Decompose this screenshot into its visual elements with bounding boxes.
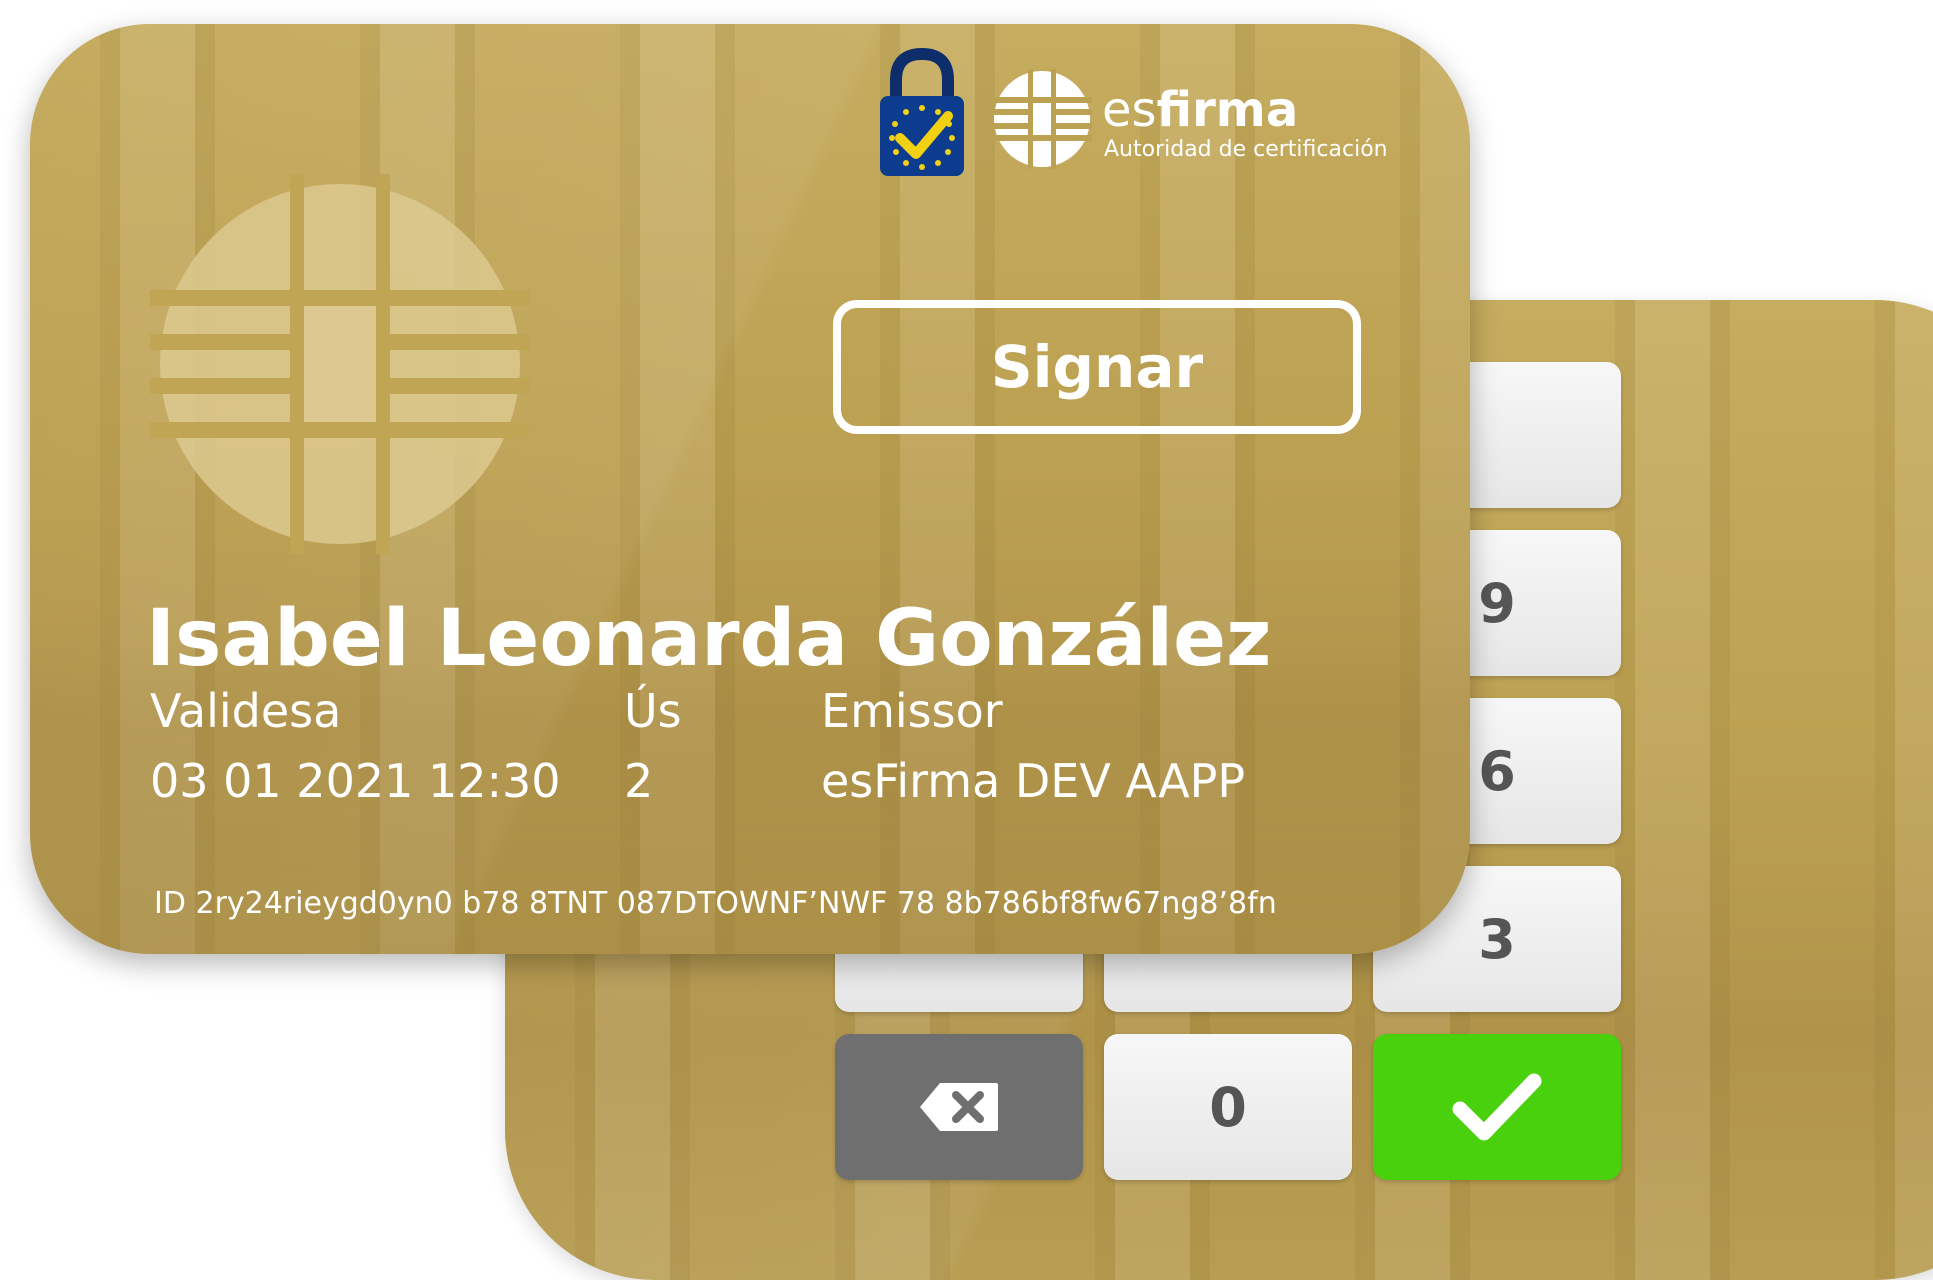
esfirma-logo-icon (992, 69, 1092, 169)
issuer-value: esFirma DEV AAPP (821, 754, 1246, 808)
certificate-card: esfirma Autoridad de certificación Signa… (30, 24, 1470, 954)
check-icon (1452, 1073, 1542, 1141)
keypad-key-label: 9 (1478, 571, 1516, 635)
chip-emblem-icon (150, 174, 530, 554)
keypad-delete-button[interactable] (835, 1034, 1083, 1180)
eu-trust-lock-icon (880, 47, 964, 176)
brand-name: esfirma (1102, 82, 1298, 138)
keypad-key-label: 0 (1209, 1075, 1247, 1139)
uses-value: 2 (624, 754, 654, 808)
backspace-icon (920, 1083, 998, 1131)
keypad-key-label: 3 (1478, 907, 1516, 971)
brand-subtitle: Autoridad de certificación (1104, 137, 1388, 162)
validity-value: 03 01 2021 12:30 (150, 754, 561, 808)
keypad-key-0[interactable]: 0 (1104, 1034, 1352, 1180)
issuer-label: Emissor (821, 684, 1003, 738)
validity-label: Validesa (150, 684, 342, 738)
certificate-id: ID 2ry24rieygd0yn0 b78 8TNT 087DTOWNF’NW… (154, 886, 1277, 921)
uses-label: Ús (624, 684, 682, 738)
sign-button[interactable]: Signar (833, 300, 1361, 434)
brand-name-prefix: es (1102, 82, 1157, 138)
keypad-confirm-button[interactable] (1373, 1034, 1621, 1180)
brand-name-bold: firma (1156, 82, 1299, 138)
keypad-key-label: 6 (1478, 739, 1516, 803)
holder-name: Isabel Leonarda González (146, 594, 1272, 684)
